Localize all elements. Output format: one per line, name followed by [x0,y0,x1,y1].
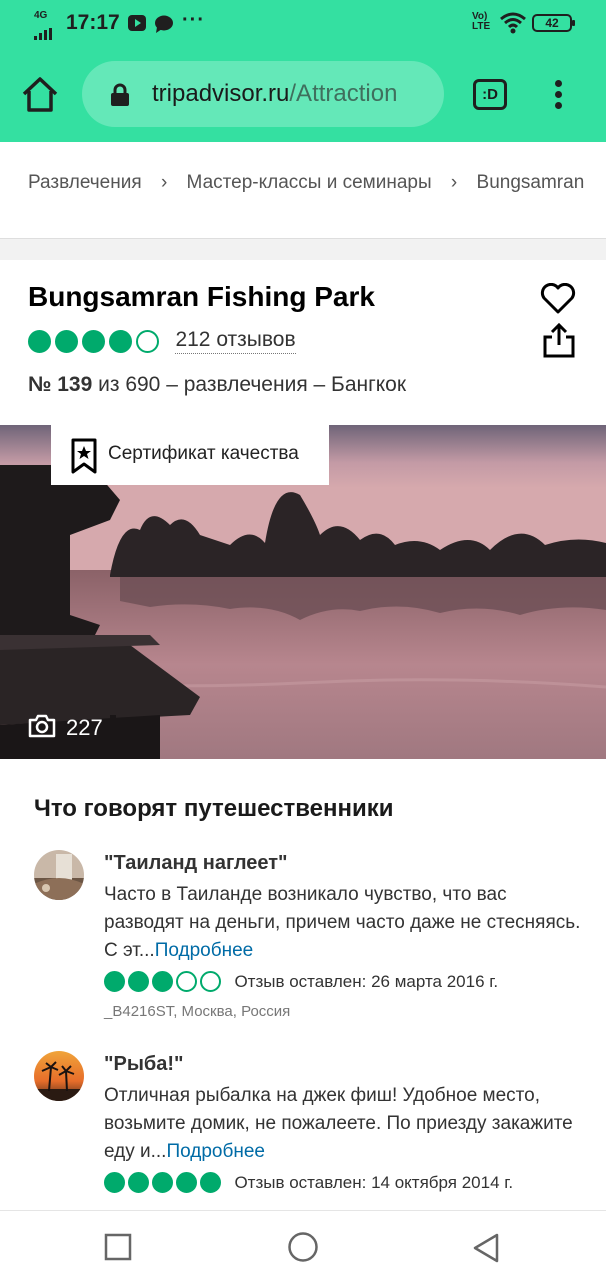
review-text: Часто в Таиланде возникало чувство, что … [104,881,584,965]
rating-bubble-filled [152,971,173,992]
rating-bubble-filled [109,329,132,353]
photo-count[interactable]: 227 [28,714,103,744]
read-more-link[interactable]: Подробнее [166,1141,265,1162]
review-card[interactable]: "Таиланд наглеет" Часто в Таиланде возни… [34,850,584,1030]
reviews-section-title: Что говорят путешественники [34,795,394,822]
youtube-notification-icon [128,15,146,31]
rating-bubble-filled [152,1172,173,1193]
review-rating-bubbles [104,971,224,992]
more-notifications-icon: ··· [182,9,205,31]
rating-bubble-filled [28,329,51,353]
breadcrumb-item-workshops[interactable]: Мастер-классы и семинары [187,172,432,194]
review-title[interactable]: "Таиланд наглеет" [104,850,584,876]
review-author[interactable]: _B4216ST, Москва, Россия [104,1003,584,1020]
reviewer-avatar[interactable] [34,1051,84,1101]
page-title: Bungsamran Fishing Park [28,281,375,312]
review-meta: Отзыв оставлен: 26 марта 2016 г. [104,971,584,997]
address-bar[interactable]: tripadvisor.ru/Attraction [82,61,444,127]
home-nav-icon[interactable] [287,1231,319,1263]
review-rating-bubbles [104,1172,224,1193]
browser-menu-icon[interactable] [548,80,570,110]
section-divider [0,238,606,260]
url-path: /Attraction [289,80,398,107]
network-type: 4G [34,10,48,21]
rating-bubble-filled [55,329,78,353]
save-heart-icon[interactable] [540,283,576,315]
rating-bubble-filled [82,329,105,353]
review-date: Отзыв оставлен: 14 октября 2014 г. [234,1172,514,1192]
breadcrumb-item-current[interactable]: Bungsamran [477,172,585,194]
status-bar: 4G 17:17 ··· Vo) LTE 42 [0,0,606,46]
rating-bubble-filled [128,971,149,992]
url-domain: tripadvisor.ru [152,80,290,107]
share-icon[interactable] [542,323,576,359]
rating-bubble-filled [128,1172,149,1193]
cellular-signal-icon: 4G [32,10,60,40]
rating-bubbles [28,329,163,353]
review-text: Отличная рыбалка на джек фиш! Удобное ме… [104,1082,584,1166]
wifi-icon [500,12,526,34]
status-time: 17:17 [66,11,120,34]
certificate-badge: Сертификат качества [51,425,329,485]
rating-bubble-filled [104,971,125,992]
rating-bubble-filled [104,1172,125,1193]
recent-apps-icon[interactable] [104,1233,132,1261]
review-meta: Отзыв оставлен: 14 октября 2014 г. [104,1172,584,1198]
url-text[interactable]: tripadvisor.ru/Attraction [152,80,397,108]
photo-count-value: 227 [66,715,103,740]
ranking-text: № 139 из 690 – развлечения – Бангкок [28,373,406,397]
certificate-ribbon-icon [71,438,97,474]
review-date: Отзыв оставлен: 26 марта 2016 г. [234,971,499,991]
rating-bubble-empty [136,329,159,353]
message-notification-icon [155,15,173,33]
lock-icon [111,83,129,106]
certificate-label: Сертификат качества [108,443,299,464]
browser-header: 4G 17:17 ··· Vo) LTE 42 tripadvisor.ru/A… [0,0,606,142]
rank-number: № 139 [28,373,93,396]
breadcrumb-item-entertainment[interactable]: Развлечения [28,172,142,194]
attraction-rating: 212 отзывов [28,328,296,356]
rating-bubble-empty [176,971,197,992]
review-body: "Таиланд наглеет" Часто в Таиланде возни… [104,850,584,1020]
chevron-right-icon: › [160,172,168,193]
breadcrumb: Развлечения › Мастер-классы и семинары ›… [28,172,606,202]
volte-icon: Vo) LTE [472,11,491,32]
review-card[interactable]: "Рыба!" Отличная рыбалка на джек фиш! Уд… [34,1051,584,1211]
read-more-link[interactable]: Подробнее [155,940,254,961]
back-nav-icon[interactable] [472,1233,500,1263]
rating-bubble-filled [200,1172,221,1193]
chevron-right-icon: › [450,172,458,193]
tab-switcher-button[interactable]: :D [473,79,507,110]
camera-icon [28,714,56,738]
rating-bubble-empty [200,971,221,992]
review-title[interactable]: "Рыба!" [104,1051,584,1077]
reviewer-avatar[interactable] [34,850,84,900]
rank-suffix: из 690 – развлечения – Бангкок [92,373,407,396]
battery-icon: 42 [532,14,575,32]
review-body: "Рыба!" Отличная рыбалка на джек фиш! Уд… [104,1051,584,1198]
rating-bubble-filled [176,1172,197,1193]
home-icon[interactable] [20,74,60,114]
system-nav-bar [0,1210,606,1280]
reviews-count-link[interactable]: 212 отзывов [175,328,296,354]
